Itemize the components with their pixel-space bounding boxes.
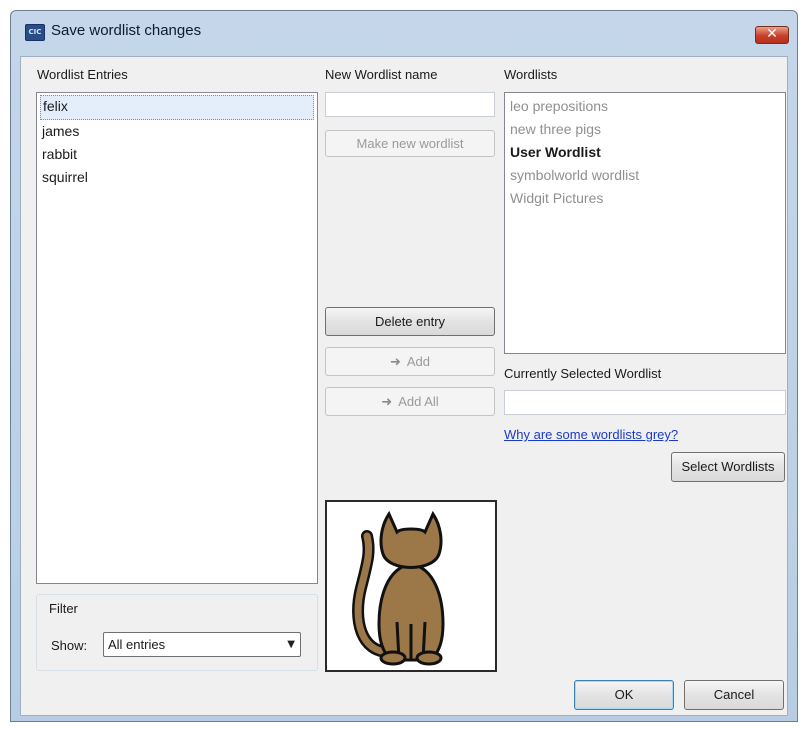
cat-symbol-icon [352, 510, 445, 666]
wordlist-entry-item[interactable]: rabbit [40, 143, 314, 166]
chevron-down-icon: ▼ [287, 639, 295, 650]
dialog-body: Wordlist Entries felix james rabbit squirre… [20, 56, 788, 716]
filter-show-select[interactable]: All entries ▼ [103, 632, 301, 657]
wordlist-entry-item[interactable]: squirrel [40, 166, 314, 189]
wordlist-entry-item[interactable]: james [40, 120, 314, 143]
filter-label: Filter [49, 601, 78, 616]
select-wordlists-button[interactable]: Select Wordlists [671, 452, 785, 482]
cat-paw-left [379, 650, 407, 666]
wordlist-entries-label: Wordlist Entries [37, 67, 128, 82]
wordlist-item[interactable]: leo prepositions [508, 95, 782, 118]
wordlist-item[interactable]: new three pigs [508, 118, 782, 141]
wordlist-item[interactable]: symbolworld wordlist [508, 164, 782, 187]
cancel-button[interactable]: Cancel [684, 680, 784, 710]
wordlist-entries-list[interactable]: felix james rabbit squirrel [36, 92, 318, 584]
close-button[interactable]: ✕ [755, 26, 789, 44]
app-icon: CIC [25, 24, 45, 41]
new-wordlist-name-input[interactable] [325, 92, 495, 117]
ok-button[interactable]: OK [574, 680, 674, 710]
wordlists-list[interactable]: leo prepositions new three pigs User Wordl… [504, 92, 786, 354]
add-all-button-label: Add All [398, 394, 439, 409]
cat-head [379, 510, 443, 569]
filter-show-value: All entries [108, 637, 166, 652]
filter-group: Filter Show: All entries ▼ [36, 594, 318, 671]
show-label: Show: [51, 638, 88, 653]
add-all-button[interactable]: ➜ Add All [325, 387, 495, 416]
why-wordlists-grey-link[interactable]: Why are some wordlists grey? [504, 427, 678, 442]
symbol-preview [325, 500, 497, 672]
delete-entry-button[interactable]: Delete entry [325, 307, 495, 336]
wordlist-item[interactable]: Widgit Pictures [508, 187, 782, 210]
save-wordlist-dialog: CIC Save wordlist changes ✕ Wordlist Ent… [10, 10, 798, 722]
wordlist-entry-item[interactable]: felix [40, 95, 314, 120]
title-bar: CIC Save wordlist changes ✕ [11, 11, 797, 53]
make-new-wordlist-button[interactable]: Make new wordlist [325, 130, 495, 157]
wordlist-item[interactable]: User Wordlist [508, 141, 782, 164]
add-button-label: Add [406, 354, 431, 369]
add-button[interactable]: ➜ Add [325, 347, 495, 376]
arrow-right-icon: ➜ [389, 355, 401, 370]
currently-selected-wordlist-label: Currently Selected Wordlist [504, 366, 662, 381]
currently-selected-wordlist-field[interactable] [504, 390, 786, 415]
new-wordlist-name-label: New Wordlist name [325, 67, 438, 82]
arrow-right-icon: ➜ [381, 395, 393, 410]
wordlists-label: Wordlists [504, 67, 558, 82]
cat-paw-right [415, 650, 443, 666]
dialog-title: Save wordlist changes [51, 22, 202, 39]
